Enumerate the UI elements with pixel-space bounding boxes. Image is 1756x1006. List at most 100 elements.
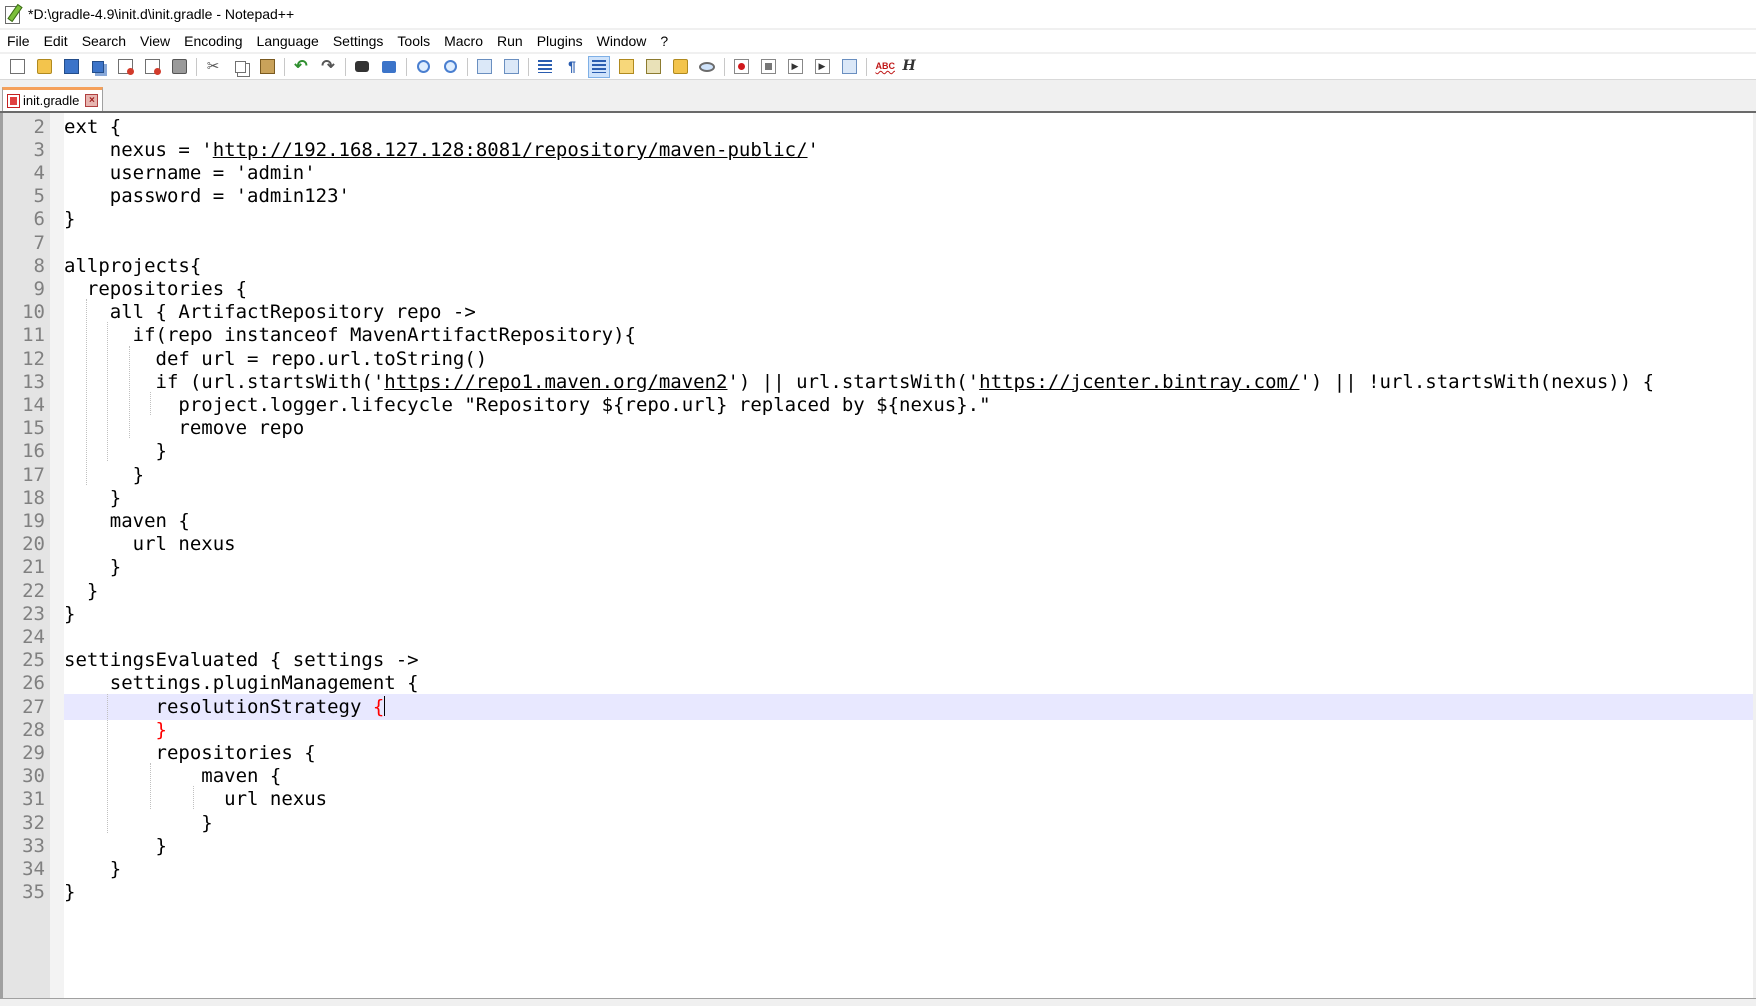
playback-macro-button[interactable]: ▶ [784, 56, 806, 78]
code-line[interactable]: 25 settingsEvaluated { settings -> [0, 647, 1756, 673]
save-button[interactable] [60, 56, 82, 78]
line-text[interactable]: repositories { [64, 276, 1756, 302]
code-line[interactable]: 9 repositories { [0, 276, 1756, 302]
redo-button[interactable]: ↷ [317, 56, 339, 78]
menu-tools[interactable]: Tools [390, 33, 437, 49]
line-text[interactable]: all { ArtifactRepository repo -> [64, 299, 1756, 325]
menu-window[interactable]: Window [590, 33, 654, 49]
line-text[interactable]: repositories { [64, 740, 1756, 766]
code-line[interactable]: 11 if(repo instanceof MavenArtifactRepos… [0, 322, 1756, 348]
menu-plugins[interactable]: Plugins [530, 33, 590, 49]
line-text[interactable]: } [64, 601, 1756, 627]
code-line[interactable]: 10 all { ArtifactRepository repo -> [0, 299, 1756, 325]
code-line[interactable]: 28 } [0, 717, 1756, 743]
code-line[interactable]: 33 } [0, 833, 1756, 859]
line-text[interactable]: ext { [64, 114, 1756, 140]
close-button[interactable] [114, 56, 136, 78]
code-line[interactable]: 35} [0, 879, 1756, 905]
code-line[interactable]: 24 [0, 624, 1756, 650]
code-line[interactable]: 27 resolutionStrategy { [0, 693, 1756, 720]
line-text[interactable]: maven { [64, 763, 1756, 789]
menu-settings[interactable]: Settings [326, 33, 391, 49]
menu-encoding[interactable]: Encoding [177, 33, 249, 49]
code-line[interactable]: 13 if (url.startsWith('https://repo1.mav… [0, 369, 1756, 395]
line-text[interactable]: } [64, 206, 1756, 232]
line-text[interactable]: if (url.startsWith('https://repo1.maven.… [64, 369, 1756, 395]
code-line[interactable]: 30 maven { [0, 763, 1756, 789]
find-button[interactable] [351, 56, 373, 78]
line-text[interactable]: remove repo [64, 415, 1756, 441]
code-line[interactable]: 16 } [0, 438, 1756, 464]
code-line[interactable]: 6} [0, 206, 1756, 232]
zoom-out-button[interactable] [439, 56, 461, 78]
line-text[interactable]: project.logger.lifecycle "Repository ${r… [64, 392, 1756, 418]
zoom-in-button[interactable] [412, 56, 434, 78]
save-macro-button[interactable] [838, 56, 860, 78]
line-text[interactable] [64, 624, 1756, 650]
code-line[interactable]: 18 } [0, 485, 1756, 511]
code-line[interactable]: 19 maven { [0, 508, 1756, 534]
horizontal-scrollbar[interactable] [0, 998, 1756, 1006]
line-text[interactable]: } [64, 717, 1756, 743]
line-text[interactable]: resolutionStrategy { [64, 693, 1756, 720]
line-text[interactable]: url nexus [64, 531, 1756, 557]
line-text[interactable]: username = 'admin' [64, 160, 1756, 186]
menu-language[interactable]: Language [250, 33, 326, 49]
monitoring-button[interactable] [696, 56, 718, 78]
code-line[interactable]: 3 nexus = 'http://192.168.127.128:8081/r… [0, 137, 1756, 163]
url-link[interactable]: http://192.168.127.128:8081/repository/m… [213, 139, 808, 161]
code-line[interactable]: 21 } [0, 554, 1756, 580]
line-text[interactable]: url nexus [64, 786, 1756, 812]
code-line[interactable]: 32 } [0, 810, 1756, 836]
indent-guide-button[interactable] [588, 55, 610, 78]
sync-horizontal-button[interactable] [500, 56, 522, 78]
line-text[interactable]: } [64, 879, 1756, 905]
new-file-button[interactable] [6, 56, 28, 78]
line-text[interactable]: } [64, 438, 1756, 464]
code-line[interactable]: 17 } [0, 462, 1756, 488]
tab-init-gradle[interactable]: init.gradle × [2, 87, 104, 111]
cut-button[interactable]: ✂ [202, 56, 224, 78]
document-map-button[interactable] [615, 56, 637, 78]
menu-search[interactable]: Search [75, 33, 133, 49]
code-line[interactable]: 2 ext { [0, 114, 1756, 140]
menu-help[interactable]: ? [653, 33, 675, 49]
line-text[interactable]: } [64, 810, 1756, 836]
spell-check-button[interactable]: ABC [872, 56, 896, 78]
stop-recording-button[interactable] [757, 56, 779, 78]
code-editor[interactable]: 2 ext {3 nexus = 'http://192.168.127.128:… [0, 113, 1756, 998]
code-line[interactable]: 22 } [0, 578, 1756, 604]
paste-button[interactable] [256, 56, 278, 78]
code-line[interactable]: 31 url nexus [0, 786, 1756, 812]
line-text[interactable]: } [64, 554, 1756, 580]
run-macro-multiple-button[interactable]: ▶ [811, 56, 833, 78]
undo-button[interactable]: ↶ [290, 56, 312, 78]
url-link[interactable]: https://repo1.maven.org/maven2 [384, 371, 727, 393]
line-text[interactable] [64, 230, 1756, 256]
record-macro-button[interactable] [730, 56, 752, 78]
function-list-button[interactable] [642, 56, 664, 78]
line-text[interactable]: } [64, 462, 1756, 488]
code-line[interactable]: 8 allprojects{ [0, 253, 1756, 279]
line-text[interactable]: } [64, 856, 1756, 882]
line-text[interactable]: } [64, 485, 1756, 511]
code-line[interactable]: 23} [0, 601, 1756, 627]
hex-editor-button[interactable]: H [899, 56, 921, 78]
copy-button[interactable] [229, 56, 251, 78]
code-line[interactable]: 20 url nexus [0, 531, 1756, 557]
code-line[interactable]: 4 username = 'admin' [0, 160, 1756, 186]
line-text[interactable]: password = 'admin123' [64, 183, 1756, 209]
menu-macro[interactable]: Macro [437, 33, 490, 49]
sync-vertical-button[interactable] [473, 56, 495, 78]
tab-close-icon[interactable]: × [85, 94, 99, 107]
save-all-button[interactable] [87, 56, 109, 78]
url-link[interactable]: https://jcenter.bintray.com/ [979, 371, 1299, 393]
close-all-button[interactable] [141, 56, 163, 78]
print-button[interactable] [168, 56, 190, 78]
line-text[interactable]: if(repo instanceof MavenArtifactReposito… [64, 322, 1756, 348]
show-all-chars-button[interactable]: ¶ [561, 56, 583, 78]
line-text[interactable]: allprojects{ [64, 253, 1756, 279]
open-file-button[interactable] [33, 56, 55, 78]
replace-button[interactable] [378, 56, 400, 78]
code-line[interactable]: 29 repositories { [0, 740, 1756, 766]
